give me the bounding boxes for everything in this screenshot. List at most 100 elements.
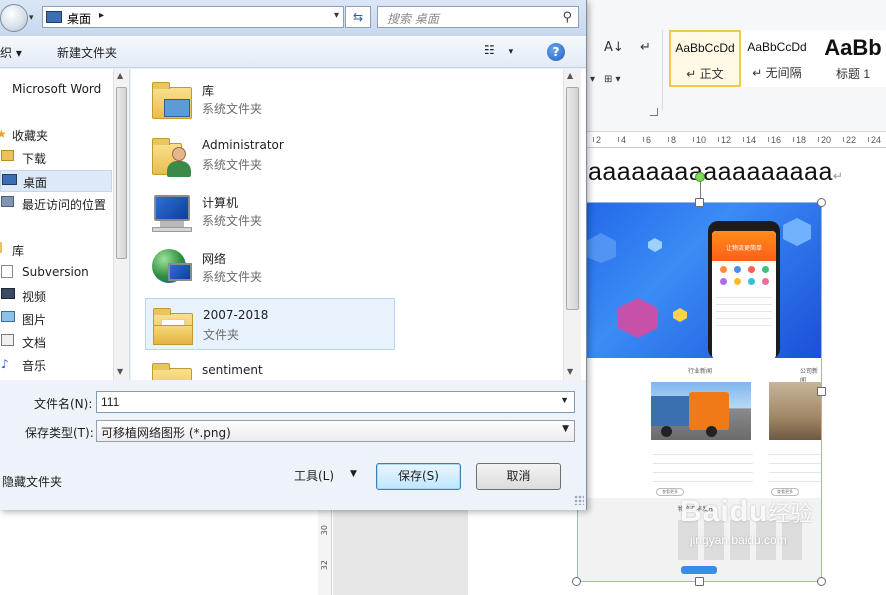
picture-icon: [1, 311, 16, 325]
nav-item-favorites[interactable]: ★ 收藏夹: [0, 124, 112, 146]
desktop-icon: [46, 11, 62, 23]
new-folder-button[interactable]: 新建文件夹: [57, 44, 117, 61]
file-scrollbar[interactable]: ▲ ▼: [563, 69, 581, 380]
resize-handle[interactable]: [572, 577, 581, 586]
scroll-up-icon[interactable]: ▲: [117, 71, 123, 80]
resize-handle[interactable]: [817, 387, 826, 396]
ruler-tick: 16: [767, 135, 782, 145]
filename-input[interactable]: 111 ▼: [96, 391, 575, 413]
file-type: 系统文件夹: [202, 102, 263, 116]
file-list: 库 系统文件夹 Administrator 系统文件夹 计算机 系统文件夹 网络…: [131, 69, 586, 380]
tools-button[interactable]: 工具(L): [294, 467, 334, 484]
vertical-ruler: 30 32: [318, 505, 332, 595]
folder-icon: [151, 305, 195, 347]
search-icon[interactable]: ⚲: [562, 10, 572, 25]
paragraph-mark-icon[interactable]: ↵: [640, 40, 651, 55]
chevron-down-icon[interactable]: ▼: [562, 424, 569, 434]
filetype-select[interactable]: 可移植网络图形 (*.png) ▼: [96, 420, 575, 442]
nav-scroll-thumb[interactable]: [116, 87, 127, 259]
page-gap: [333, 505, 468, 595]
style-sample: AaBbCcDd: [747, 40, 807, 54]
rotate-handle[interactable]: [695, 172, 705, 182]
help-icon[interactable]: ?: [547, 43, 565, 61]
document-text[interactable]: aaaaaaaaaaaaaaaaa↵: [588, 158, 843, 187]
nav-item-subversion[interactable]: Subversion: [0, 262, 112, 284]
paragraph-mark: ↵: [832, 169, 844, 183]
style-heading-1[interactable]: AaBb 标题 1: [813, 30, 886, 87]
scroll-down-icon[interactable]: ▼: [567, 367, 573, 376]
subversion-icon: [1, 265, 16, 279]
resize-handle[interactable]: [817, 577, 826, 586]
save-button[interactable]: 保存(S): [376, 463, 461, 490]
ruler-tick: 6: [642, 135, 652, 145]
history-dropdown-icon[interactable]: ▾: [29, 13, 34, 23]
phone-banner: 让物流更简单: [712, 231, 776, 261]
scroll-up-icon[interactable]: ▲: [567, 71, 573, 80]
ruler-tick: 12: [717, 135, 732, 145]
address-location[interactable]: 桌面: [67, 10, 91, 27]
dropdown-icon[interactable]: ▾: [590, 74, 595, 85]
nav-item-desktop[interactable]: 桌面: [0, 170, 112, 192]
file-item-2007-2018[interactable]: 2007-2018 文件夹: [145, 298, 395, 350]
organize-button[interactable]: 织 ▾: [0, 44, 22, 61]
file-item-network[interactable]: 网络 系统文件夹: [145, 241, 395, 293]
filetype-label: 保存类型(T):: [25, 426, 94, 440]
style-normal[interactable]: AaBbCcDd ↵ 正文: [669, 30, 741, 87]
cube-shape: [618, 298, 658, 338]
refresh-button[interactable]: ⇆: [345, 6, 371, 28]
hide-folders-toggle[interactable]: 隐藏文件夹: [2, 473, 62, 490]
network-icon: [150, 247, 194, 289]
video-icon: [1, 288, 16, 302]
chevron-down-icon[interactable]: ▾: [334, 10, 339, 21]
ruler-tick: 8: [667, 135, 677, 145]
news-heading: 行业新闻: [688, 368, 713, 375]
file-item-sentiment[interactable]: sentiment: [145, 354, 395, 380]
save-form: 文件名(N): 111 ▼ 保存类型(T): 可移植网络图形 (*.png) ▼…: [0, 381, 586, 510]
nav-label: 文档: [22, 336, 47, 350]
ribbon-separator: [662, 30, 663, 110]
address-bar[interactable]: 桌面 ▸ ▾: [42, 6, 344, 28]
desktop-icon: [2, 174, 17, 188]
chevron-down-icon[interactable]: ▼: [350, 469, 357, 479]
view-options-button[interactable]: ☷ ▾: [484, 43, 524, 61]
file-type: 系统文件夹: [202, 158, 263, 172]
cancel-button[interactable]: 取消: [476, 463, 561, 490]
resize-handle[interactable]: [817, 198, 826, 207]
nav-item-documents[interactable]: 文档: [0, 331, 112, 353]
nav-item-pictures[interactable]: 图片: [0, 308, 112, 330]
chevron-down-icon[interactable]: ▼: [560, 395, 569, 405]
sort-icon[interactable]: A↓: [604, 40, 624, 55]
picture-news: 行业新闻 公司新闻 查看更多 查看更多: [578, 358, 821, 518]
scroll-down-icon[interactable]: ▼: [117, 367, 123, 376]
ruler-tick: 24: [867, 135, 882, 145]
nav-item-downloads[interactable]: 下载: [0, 147, 112, 169]
file-item-administrator[interactable]: Administrator 系统文件夹: [145, 129, 395, 181]
nav-item-microsoft-word[interactable]: Microsoft Word: [0, 79, 112, 101]
border-icon[interactable]: ⊞ ▾: [604, 74, 621, 85]
nav-scrollbar[interactable]: ▲ ▼: [113, 69, 129, 380]
nav-item-music[interactable]: ♪ 音乐: [0, 354, 112, 376]
resize-grip[interactable]: [574, 495, 584, 505]
style-no-spacing[interactable]: AaBbCcDd ↵ 无间隔: [741, 30, 813, 87]
nav-item-videos[interactable]: 视频: [0, 285, 112, 307]
style-sample: AaBbCcDd: [675, 41, 735, 55]
nav-item-recent-places[interactable]: 最近访问的位置: [0, 193, 112, 215]
resize-handle[interactable]: [695, 577, 704, 586]
ruler-tick: 18: [792, 135, 807, 145]
back-button[interactable]: [0, 4, 28, 32]
file-item-libraries[interactable]: 库 系统文件夹: [145, 73, 395, 125]
cube-shape: [648, 238, 662, 252]
cube-shape: [673, 308, 687, 322]
file-scroll-thumb[interactable]: [566, 87, 579, 310]
chevron-right-icon[interactable]: ▸: [99, 10, 104, 21]
footer-button: [681, 566, 717, 574]
file-item-computer[interactable]: 计算机 系统文件夹: [145, 185, 395, 237]
paragraph-launcher-icon[interactable]: [650, 108, 658, 116]
ruler-tick: 14: [742, 135, 757, 145]
search-input[interactable]: 搜索 桌面 ⚲: [377, 6, 579, 28]
phone-title: 让物流更简单: [725, 245, 762, 252]
resize-handle[interactable]: [695, 198, 704, 207]
style-sample: AaBb: [824, 35, 882, 60]
nav-item-libraries[interactable]: 库: [0, 239, 112, 261]
phone-icons: [712, 261, 776, 273]
